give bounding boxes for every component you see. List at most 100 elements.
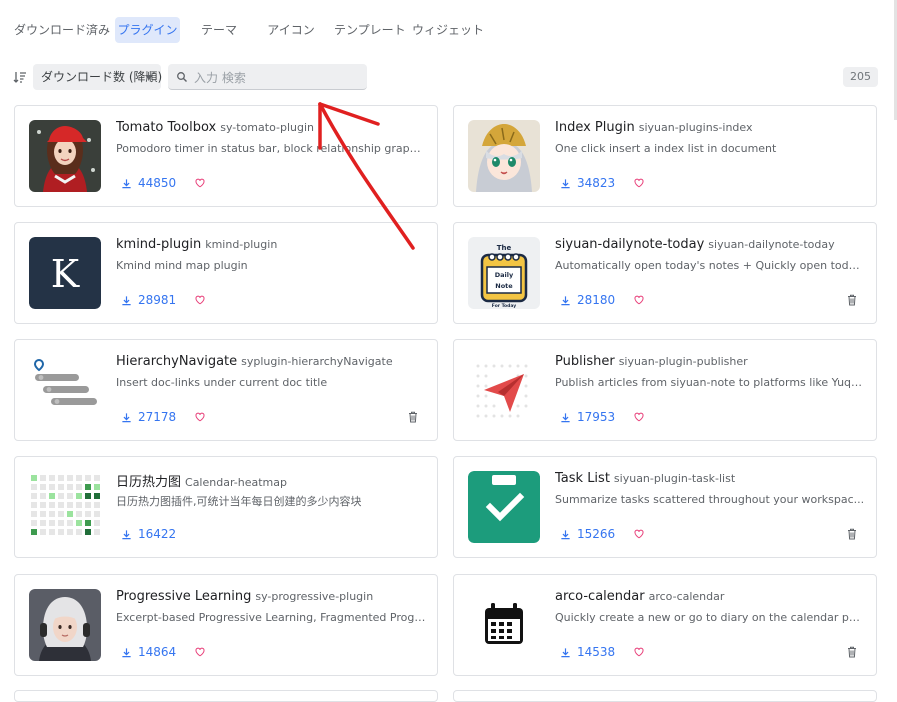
download-count: 15266 xyxy=(560,527,615,541)
download-icon xyxy=(560,412,571,423)
download-count: 14538 xyxy=(560,645,615,659)
download-count-value: 28981 xyxy=(138,293,177,307)
plugin-card-progressive-learning[interactable]: Progressive Learning sy-progressive-plugi… xyxy=(14,574,438,676)
svg-text:For Today: For Today xyxy=(492,303,516,309)
heart-icon[interactable] xyxy=(195,295,205,305)
search-box[interactable] xyxy=(168,64,367,90)
download-count: 14864 xyxy=(121,645,176,659)
heart-icon[interactable] xyxy=(195,647,205,657)
plugin-package: sy-tomato-plugin xyxy=(220,121,315,134)
download-count: 17953 xyxy=(560,410,615,424)
girl-red-cap-avatar xyxy=(29,120,101,192)
tab-widgets[interactable]: ウィジェット xyxy=(412,17,484,43)
plugin-package: sy-progressive-plugin xyxy=(255,590,374,603)
trash-icon[interactable] xyxy=(847,646,857,658)
plugin-name: 日历热力图 xyxy=(116,475,182,490)
download-count: 34823 xyxy=(560,176,615,190)
trash-icon[interactable] xyxy=(847,528,857,540)
download-icon xyxy=(560,178,571,189)
plugin-card-calendar-heatmap[interactable]: 日历热力图 Calendar-heatmap 日历热力图插件,可统计当年每日创建的… xyxy=(14,456,438,558)
svg-text:K: K xyxy=(51,252,80,296)
plugin-package: kmind-plugin xyxy=(205,238,278,251)
heart-icon[interactable] xyxy=(195,412,205,422)
plugin-package: Calendar-heatmap xyxy=(185,476,287,489)
download-count: 44850 xyxy=(121,176,176,190)
plugin-name: Task List xyxy=(555,471,610,486)
plugin-name: HierarchyNavigate xyxy=(116,354,238,369)
plugin-card-kmind[interactable]: K kmind-plugin kmind-plugin Kmind mind ma… xyxy=(14,222,438,324)
anime-girl-avatar xyxy=(468,120,540,192)
plugin-card-partial[interactable] xyxy=(14,690,438,702)
plugin-package: siyuan-plugin-publisher xyxy=(618,355,748,368)
download-count-value: 34823 xyxy=(577,176,616,190)
plugin-description: Insert doc-links under current doc title xyxy=(116,376,328,389)
svg-text:The: The xyxy=(497,244,512,252)
daily-note-logo: The Daily Note For Today xyxy=(468,237,540,309)
download-count: 16422 xyxy=(121,527,176,541)
plugin-package: siyuan-dailynote-today xyxy=(708,238,835,251)
plugin-description: Automatically open today's notes + Quick… xyxy=(555,259,865,272)
plugin-title: Tomato Toolbox sy-tomato-plugin xyxy=(116,120,426,135)
download-count-value: 14864 xyxy=(138,645,177,659)
plugin-name: Publisher xyxy=(555,354,615,369)
plugin-title: HierarchyNavigate syplugin-hierarchyNavig… xyxy=(116,354,426,369)
chevron-down-icon xyxy=(145,75,153,80)
download-icon xyxy=(560,647,571,658)
tab-themes[interactable]: テーマ xyxy=(194,17,244,43)
plugin-card-index-plugin[interactable]: Index Plugin siyuan-plugins-index One cli… xyxy=(453,105,877,207)
plugin-name: Tomato Toolbox xyxy=(116,120,217,135)
download-count-value: 16422 xyxy=(138,527,177,541)
download-icon xyxy=(121,412,132,423)
tab-plugins[interactable]: プラグイン xyxy=(115,17,180,43)
download-count: 28981 xyxy=(121,293,176,307)
download-count-value: 17953 xyxy=(577,410,616,424)
task-list-logo xyxy=(468,471,540,543)
plugin-title: Task List siyuan-plugin-task-list xyxy=(555,471,865,486)
paper-plane-logo xyxy=(468,354,540,426)
plugin-card-arco-calendar[interactable]: arco-calendar arco-calendar Quickly creat… xyxy=(453,574,877,676)
plugin-card-tomato-toolbox[interactable]: Tomato Toolbox sy-tomato-plugin Pomodoro … xyxy=(14,105,438,207)
tab-templates[interactable]: テンプレート xyxy=(334,17,406,43)
plugin-name: siyuan-dailynote-today xyxy=(555,237,705,252)
sort-descending-icon[interactable] xyxy=(13,70,27,84)
hierarchy-logo xyxy=(29,354,101,426)
plugin-card-publisher[interactable]: Publisher siyuan-plugin-publisher Publish… xyxy=(453,339,877,441)
plugin-description: One click insert a index list in documen… xyxy=(555,142,777,155)
download-icon xyxy=(121,295,132,306)
download-icon xyxy=(560,529,571,540)
tab-downloaded[interactable]: ダウンロード済み xyxy=(14,17,110,43)
plugin-description: Quickly create a new or go to diary on t… xyxy=(555,611,865,624)
plugin-package: syplugin-hierarchyNavigate xyxy=(241,355,393,368)
plugin-name: arco-calendar xyxy=(555,589,645,604)
download-count-value: 15266 xyxy=(577,527,616,541)
download-count-value: 44850 xyxy=(138,176,177,190)
plugin-card-hierarchy-navigate[interactable]: HierarchyNavigate syplugin-hierarchyNavig… xyxy=(14,339,438,441)
calendar-logo xyxy=(468,589,540,661)
plugin-package: siyuan-plugins-index xyxy=(638,121,753,134)
heart-icon[interactable] xyxy=(634,529,644,539)
plugin-card-task-list[interactable]: Task List siyuan-plugin-task-list Summari… xyxy=(453,456,877,558)
plugin-card-partial[interactable] xyxy=(453,690,877,702)
heart-icon[interactable] xyxy=(634,647,644,657)
svg-text:Daily: Daily xyxy=(495,271,514,279)
heart-icon[interactable] xyxy=(634,178,644,188)
sort-select[interactable]: ダウンロード数 (降順) xyxy=(33,64,162,90)
trash-icon[interactable] xyxy=(847,294,857,306)
search-input[interactable] xyxy=(192,67,364,89)
heart-icon[interactable] xyxy=(634,412,644,422)
plugin-title: 日历热力图 Calendar-heatmap xyxy=(116,471,426,490)
plugin-name: Index Plugin xyxy=(555,120,635,135)
plugin-title: siyuan-dailynote-today siyuan-dailynote-t… xyxy=(555,237,865,252)
tab-icons[interactable]: アイコン xyxy=(264,17,318,43)
plugin-description: Kmind mind map plugin xyxy=(116,259,248,272)
download-icon xyxy=(560,295,571,306)
plugin-card-dailynote-today[interactable]: The Daily Note For Today siyuan-dailynot… xyxy=(453,222,877,324)
plugin-name: Progressive Learning xyxy=(116,589,252,604)
trash-icon[interactable] xyxy=(408,411,418,423)
plugin-description: Excerpt-based Progressive Learning, Frag… xyxy=(116,611,426,624)
plugin-package: siyuan-plugin-task-list xyxy=(613,472,736,485)
heart-icon[interactable] xyxy=(634,295,644,305)
download-count: 28180 xyxy=(560,293,615,307)
download-count-value: 28180 xyxy=(577,293,616,307)
heart-icon[interactable] xyxy=(195,178,205,188)
